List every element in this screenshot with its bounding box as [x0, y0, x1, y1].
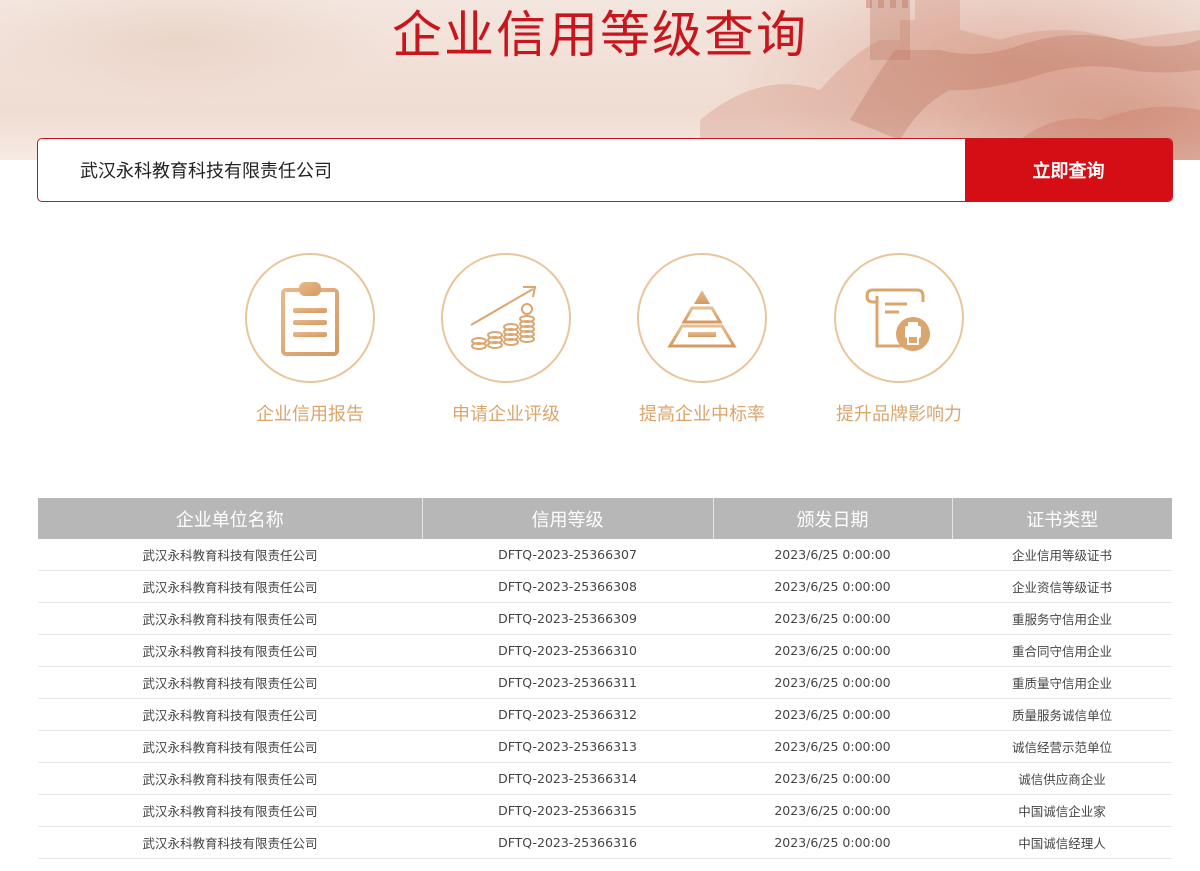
feature-label: 提升品牌影响力	[836, 404, 962, 425]
certificate-scroll-icon	[865, 288, 930, 351]
cell-company-name: 武汉永科教育科技有限责任公司	[38, 602, 422, 635]
table-row: 武汉永科教育科技有限责任公司 DFTQ-2023-25366315 2023/6…	[38, 794, 1172, 827]
feature-apply-rating[interactable]: 申请企业评级	[416, 253, 596, 427]
cell-credit-level: DFTQ-2023-25366313	[422, 730, 713, 763]
feature-row: 企业信用报告 申请企业评级 提高企业中标率 提升品牌影响力	[0, 253, 1200, 433]
cell-company-name: 武汉永科教育科技有限责任公司	[38, 634, 422, 667]
table-row: 武汉永科教育科技有限责任公司 DFTQ-2023-25366309 2023/6…	[38, 602, 1172, 635]
cell-issue-date: 2023/6/25 0:00:00	[713, 666, 952, 699]
table-row: 武汉永科教育科技有限责任公司 DFTQ-2023-25366314 2023/6…	[38, 762, 1172, 795]
feature-label: 提高企业中标率	[639, 404, 765, 425]
cell-certificate-type: 企业资信等级证书	[952, 570, 1172, 603]
cell-certificate-type: 诚信供应商企业	[952, 762, 1172, 795]
cell-certificate-type: 质量服务诚信单位	[952, 698, 1172, 731]
cell-company-name: 武汉永科教育科技有限责任公司	[38, 826, 422, 859]
feature-circle	[441, 253, 571, 383]
cell-credit-level: DFTQ-2023-25366312	[422, 698, 713, 731]
feature-circle	[834, 253, 964, 383]
cell-company-name: 武汉永科教育科技有限责任公司	[38, 730, 422, 763]
table-row: 武汉永科教育科技有限责任公司 DFTQ-2023-25366308 2023/6…	[38, 570, 1172, 603]
cell-credit-level: DFTQ-2023-25366308	[422, 570, 713, 603]
cell-company-name: 武汉永科教育科技有限责任公司	[38, 762, 422, 795]
cell-certificate-type: 重质量守信用企业	[952, 666, 1172, 699]
cell-certificate-type: 诚信经营示范单位	[952, 730, 1172, 763]
cell-company-name: 武汉永科教育科技有限责任公司	[38, 539, 422, 571]
table-row: 武汉永科教育科技有限责任公司 DFTQ-2023-25366316 2023/6…	[38, 826, 1172, 859]
cell-credit-level: DFTQ-2023-25366311	[422, 666, 713, 699]
feature-bid-rate[interactable]: 提高企业中标率	[612, 253, 792, 427]
table-row: 武汉永科教育科技有限责任公司 DFTQ-2023-25366312 2023/6…	[38, 698, 1172, 731]
cell-credit-level: DFTQ-2023-25366315	[422, 794, 713, 827]
clipboard-icon	[281, 282, 339, 356]
cell-certificate-type: 中国诚信企业家	[952, 794, 1172, 827]
cell-credit-level: DFTQ-2023-25366310	[422, 634, 713, 667]
feature-credit-report[interactable]: 企业信用报告	[220, 253, 400, 427]
company-search-input[interactable]	[38, 139, 965, 201]
page-title: 企业信用等级查询	[392, 6, 808, 64]
cell-issue-date: 2023/6/25 0:00:00	[713, 698, 952, 731]
feature-circle	[637, 253, 767, 383]
cell-certificate-type: 重服务守信用企业	[952, 602, 1172, 635]
cell-certificate-type: 重合同守信用企业	[952, 634, 1172, 667]
table-row: 武汉永科教育科技有限责任公司 DFTQ-2023-25366310 2023/6…	[38, 634, 1172, 667]
header-issue-date: 颁发日期	[713, 498, 953, 539]
feature-label: 企业信用报告	[256, 404, 364, 425]
pyramid-icon	[667, 290, 737, 348]
table-row: 武汉永科教育科技有限责任公司 DFTQ-2023-25366313 2023/6…	[38, 730, 1172, 763]
results-table: 企业单位名称 信用等级 颁发日期 证书类型 武汉永科教育科技有限责任公司 DFT…	[38, 498, 1172, 859]
cell-issue-date: 2023/6/25 0:00:00	[713, 762, 952, 795]
cell-certificate-type: 中国诚信经理人	[952, 826, 1172, 859]
feature-label: 申请企业评级	[452, 404, 560, 425]
cell-issue-date: 2023/6/25 0:00:00	[713, 730, 952, 763]
cell-credit-level: DFTQ-2023-25366314	[422, 762, 713, 795]
cell-issue-date: 2023/6/25 0:00:00	[713, 570, 952, 603]
table-row: 武汉永科教育科技有限责任公司 DFTQ-2023-25366307 2023/6…	[38, 539, 1172, 571]
cell-credit-level: DFTQ-2023-25366309	[422, 602, 713, 635]
cell-issue-date: 2023/6/25 0:00:00	[713, 602, 952, 635]
header-credit-level: 信用等级	[422, 498, 714, 539]
cell-company-name: 武汉永科教育科技有限责任公司	[38, 698, 422, 731]
cell-certificate-type: 企业信用等级证书	[952, 539, 1172, 571]
cell-credit-level: DFTQ-2023-25366307	[422, 539, 713, 571]
cell-company-name: 武汉永科教育科技有限责任公司	[38, 666, 422, 699]
feature-brand-influence[interactable]: 提升品牌影响力	[809, 253, 989, 427]
cell-company-name: 武汉永科教育科技有限责任公司	[38, 794, 422, 827]
cell-issue-date: 2023/6/25 0:00:00	[713, 794, 952, 827]
header-certificate-type: 证书类型	[952, 498, 1172, 539]
header-company-name: 企业单位名称	[38, 498, 423, 539]
cell-credit-level: DFTQ-2023-25366316	[422, 826, 713, 859]
coin-growth-icon	[470, 286, 537, 350]
search-button[interactable]: 立即查询	[965, 139, 1172, 201]
cell-issue-date: 2023/6/25 0:00:00	[713, 826, 952, 859]
table-row: 武汉永科教育科技有限责任公司 DFTQ-2023-25366311 2023/6…	[38, 666, 1172, 699]
header-banner: 企业信用等级查询	[0, 0, 1200, 160]
cell-issue-date: 2023/6/25 0:00:00	[713, 539, 952, 571]
table-header-row: 企业单位名称 信用等级 颁发日期 证书类型	[38, 498, 1172, 539]
cell-issue-date: 2023/6/25 0:00:00	[713, 634, 952, 667]
cell-company-name: 武汉永科教育科技有限责任公司	[38, 570, 422, 603]
search-bar: 立即查询	[37, 138, 1173, 202]
feature-circle	[245, 253, 375, 383]
